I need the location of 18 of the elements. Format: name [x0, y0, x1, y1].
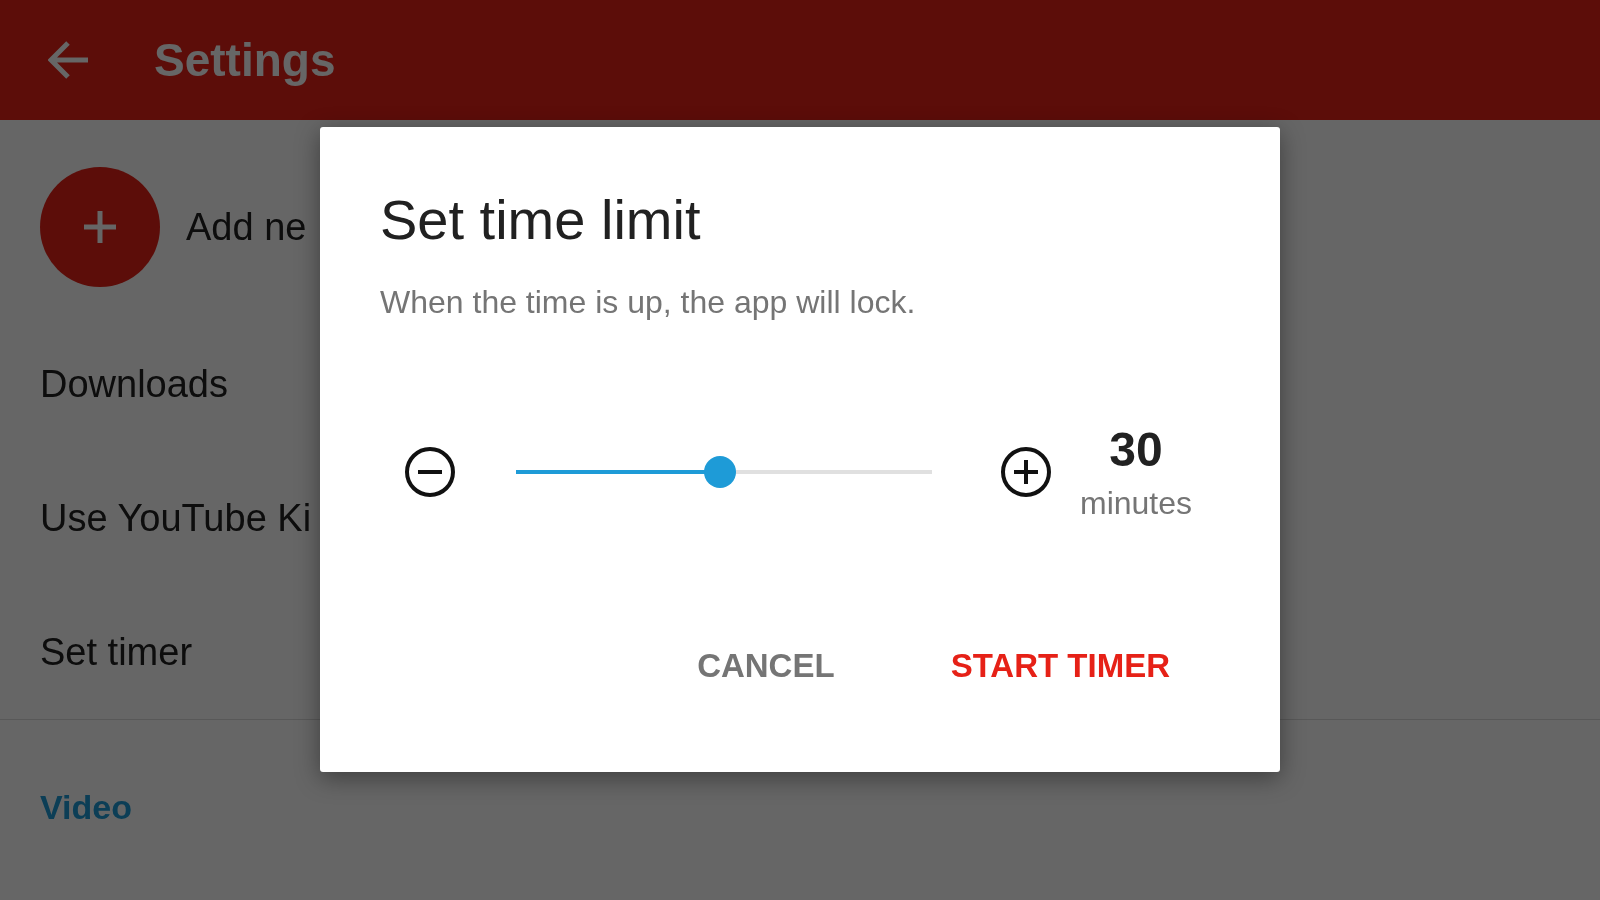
dialog-title: Set time limit	[380, 187, 702, 252]
app-bar-title: Settings	[154, 33, 336, 87]
back-arrow-icon[interactable]	[48, 40, 90, 80]
dialog-message: When the time is up, the app will lock.	[380, 284, 917, 321]
slider-thumb[interactable]	[703, 456, 736, 488]
unit-label: minutes	[1080, 485, 1193, 522]
minutes-value: 30	[1109, 422, 1163, 477]
settings-item[interactable]: Set timer	[40, 630, 193, 674]
slider-track[interactable]	[516, 456, 932, 488]
section-header: Video	[39, 787, 133, 827]
list-item[interactable]: Add ne	[186, 205, 307, 249]
cancel-button[interactable]: CANCEL	[683, 639, 849, 693]
plus-icon[interactable]	[1000, 446, 1052, 498]
start-timer-button[interactable]: START TIMER	[936, 639, 1184, 693]
plus-icon	[82, 209, 118, 245]
settings-item[interactable]: Use YouTube Ki	[40, 496, 312, 540]
minus-icon[interactable]	[404, 446, 456, 498]
settings-item[interactable]: Downloads	[40, 362, 228, 406]
